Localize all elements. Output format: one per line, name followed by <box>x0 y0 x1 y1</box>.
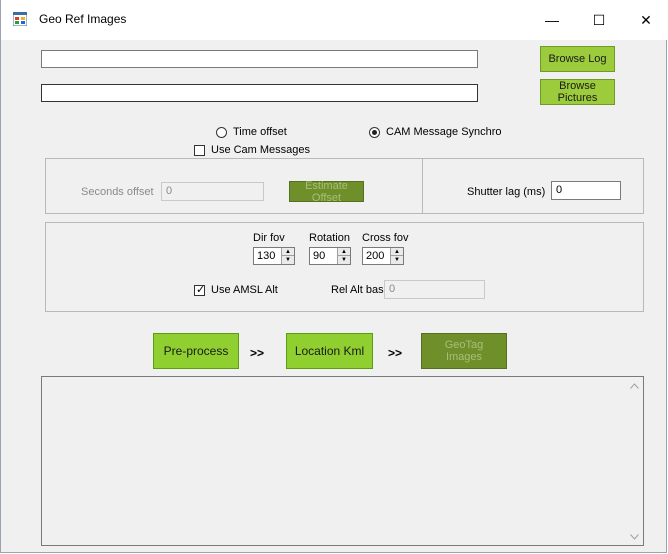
cross-fov-spinner[interactable]: 200 ▲ ▼ <box>362 247 404 265</box>
title-bar: Geo Ref Images — ☐ ✕ <box>1 0 668 40</box>
time-offset-label: Time offset <box>233 126 287 138</box>
app-window-icon <box>13 12 27 26</box>
rel-alt-base-input[interactable]: 0 <box>384 280 485 299</box>
seconds-offset-label: Seconds offset <box>81 186 154 198</box>
spin-up-icon[interactable]: ▲ <box>391 248 403 256</box>
spin-down-icon[interactable]: ▼ <box>391 256 403 264</box>
spin-up-icon[interactable]: ▲ <box>282 248 294 256</box>
use-amsl-alt-checkbox[interactable]: ✓ <box>194 284 206 296</box>
log-scrollbar[interactable] <box>626 377 643 545</box>
use-cam-messages-label: Use Cam Messages <box>211 144 311 156</box>
preprocess-button[interactable]: Pre-process <box>153 333 239 369</box>
spin-up-icon[interactable]: ▲ <box>338 248 350 256</box>
time-offset-radio[interactable] <box>216 127 227 138</box>
shutter-lag-input[interactable]: 0 <box>551 181 621 200</box>
step-separator: >> <box>388 346 403 360</box>
rel-alt-base-label: Rel Alt base <box>331 284 390 296</box>
spin-down-icon[interactable]: ▼ <box>338 256 350 264</box>
pictures-path-input[interactable] <box>41 84 478 102</box>
rotation-spinner[interactable]: 90 ▲ ▼ <box>309 247 351 265</box>
minimize-button[interactable]: — <box>529 0 575 40</box>
cam-message-synchro-label: CAM Message Synchro <box>386 126 502 138</box>
spin-down-icon[interactable]: ▼ <box>282 256 294 264</box>
minimize-icon: — <box>545 12 559 28</box>
use-amsl-alt-label: Use AMSL Alt <box>211 284 278 296</box>
shutter-lag-label: Shutter lag (ms) <box>467 186 546 198</box>
cam-message-synchro-radio[interactable] <box>369 127 380 138</box>
dir-fov-spinner[interactable]: 130 ▲ ▼ <box>253 247 295 265</box>
maximize-icon: ☐ <box>592 11 606 28</box>
estimate-offset-button[interactable]: Estimate Offset <box>289 180 364 204</box>
log-path-input[interactable] <box>41 50 478 68</box>
main-window: Geo Ref Images — ☐ ✕ Browse Log Browse P… <box>0 0 668 553</box>
close-icon: ✕ <box>640 11 652 28</box>
log-textarea[interactable] <box>41 376 644 546</box>
cross-fov-label: Cross fov <box>362 232 409 244</box>
scroll-down-arrow-icon[interactable] <box>626 528 643 545</box>
geotag-images-button[interactable]: GeoTag Images <box>421 333 507 369</box>
maximize-button[interactable]: ☐ <box>576 0 622 40</box>
close-button[interactable]: ✕ <box>623 0 668 40</box>
scroll-up-arrow-icon[interactable] <box>626 377 643 394</box>
step-separator: >> <box>250 346 265 360</box>
browse-log-button[interactable]: Browse Log <box>540 46 615 72</box>
checkmark-icon: ✓ <box>196 284 206 296</box>
dir-fov-label: Dir fov <box>253 232 285 244</box>
browse-pictures-button[interactable]: Browse Pictures <box>540 79 615 105</box>
window-title: Geo Ref Images <box>39 12 127 26</box>
seconds-offset-input[interactable]: 0 <box>161 182 264 201</box>
location-kml-button[interactable]: Location Kml <box>286 333 373 369</box>
use-cam-messages-checkbox[interactable] <box>194 145 205 156</box>
rotation-label: Rotation <box>309 232 350 244</box>
